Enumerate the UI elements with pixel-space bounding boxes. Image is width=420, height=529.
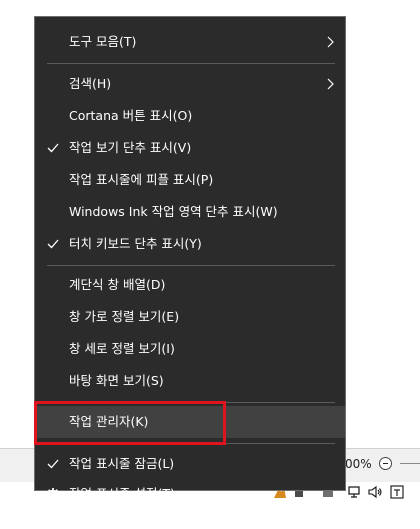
network-icon[interactable]: [347, 485, 361, 499]
zoom-out-button[interactable]: [379, 457, 392, 470]
menu-item-lock-taskbar[interactable]: 작업 표시줄 잠금(L): [35, 448, 345, 480]
menu-item-stack-windows[interactable]: 창 가로 정렬 보기(E): [35, 301, 345, 333]
checkmark-icon: [47, 143, 59, 153]
menu-item-toolbars[interactable]: 도구 모음(T): [35, 26, 345, 58]
menu-item-cascade-windows[interactable]: 계단식 창 배열(D): [35, 269, 345, 301]
ime-icon[interactable]: [390, 485, 404, 499]
menu-separator: [47, 63, 335, 64]
menu-item-show-task-view-button[interactable]: 작업 보기 단추 표시(V): [35, 132, 345, 164]
gear-icon: [47, 488, 59, 500]
menu-separator: [47, 265, 335, 266]
checkmark-icon: [47, 459, 59, 469]
zoom-level: 00%: [345, 457, 372, 471]
menu-item-side-by-side-windows[interactable]: 창 세로 정렬 보기(I): [35, 333, 345, 365]
chevron-right-icon: [327, 78, 334, 90]
menu-item-show-touch-keyboard-button[interactable]: 터치 키보드 단추 표시(Y): [35, 228, 345, 260]
menu-item-taskbar-settings[interactable]: 작업 표시줄 설정(T): [35, 478, 345, 501]
checkmark-icon: [47, 239, 59, 249]
menu-item-search[interactable]: 검색(H): [35, 68, 345, 100]
menu-item-show-people[interactable]: 작업 표시줄에 피플 표시(P): [35, 164, 345, 196]
zoom-slider[interactable]: [400, 463, 420, 464]
menu-item-show-cortana-button[interactable]: Cortana 버튼 표시(O): [35, 100, 345, 132]
highlight-box: [34, 401, 226, 445]
menu-item-show-windows-ink-button[interactable]: Windows Ink 작업 영역 단추 표시(W): [35, 196, 345, 228]
volume-icon[interactable]: [367, 485, 383, 499]
menu-item-show-desktop[interactable]: 바탕 화면 보기(S): [35, 365, 345, 397]
chevron-right-icon: [327, 36, 334, 48]
